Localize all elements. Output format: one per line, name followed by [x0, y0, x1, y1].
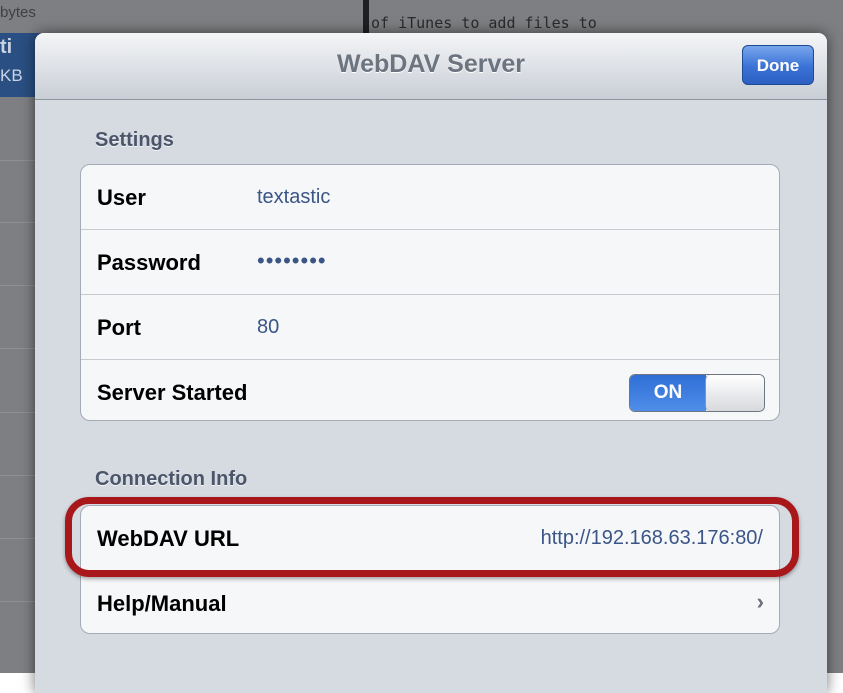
connection-info-group: WebDAV URL http://192.168.63.176:80/ Hel… — [80, 505, 780, 634]
user-row[interactable]: User textastic — [81, 165, 779, 230]
background-row-divider — [0, 222, 38, 223]
user-field[interactable]: textastic — [257, 186, 330, 209]
page-title: WebDAV Server — [336, 50, 526, 78]
connection-info-section-header: Connection Info — [95, 468, 248, 490]
background-code-text: of iTunes to add files to — [371, 14, 597, 32]
help-manual-row[interactable]: Help/Manual › — [81, 571, 779, 633]
password-field[interactable]: •••••••• — [257, 248, 327, 274]
background-row-divider — [0, 412, 38, 413]
settings-group: User textastic Password •••••••• Port 80… — [80, 164, 780, 421]
server-started-row: Server Started ON — [81, 360, 779, 420]
background-row-divider — [0, 285, 38, 286]
port-field[interactable]: 80 — [257, 316, 279, 339]
server-started-toggle[interactable]: ON — [629, 374, 765, 412]
done-button[interactable]: Done — [742, 45, 814, 85]
background-row-divider — [0, 160, 38, 161]
help-manual-label: Help/Manual — [97, 591, 227, 616]
background-row-divider — [0, 348, 38, 349]
navigation-bar: WebDAV Server Done — [35, 33, 827, 100]
server-started-label: Server Started — [97, 380, 248, 405]
toggle-knob[interactable] — [705, 375, 764, 411]
background-selected-size: KB — [0, 66, 23, 85]
background-file-size: bytes — [0, 4, 36, 21]
webdav-url-row[interactable]: WebDAV URL http://192.168.63.176:80/ — [81, 506, 779, 571]
password-label: Password — [97, 250, 201, 275]
port-label: Port — [97, 315, 141, 340]
webdav-url-label: WebDAV URL — [97, 526, 240, 551]
password-row[interactable]: Password •••••••• — [81, 230, 779, 295]
background-row-divider — [0, 601, 38, 602]
webdav-server-modal: WebDAV Server Done Settings User textast… — [35, 33, 827, 693]
port-row[interactable]: Port 80 — [81, 295, 779, 360]
webdav-url-value[interactable]: http://192.168.63.176:80/ — [541, 527, 763, 550]
toggle-on-label: ON — [630, 375, 706, 411]
background-row-divider — [0, 475, 38, 476]
settings-section-header: Settings — [95, 129, 174, 151]
background-selected-name: ti — [0, 36, 13, 58]
chevron-right-icon: › — [756, 589, 764, 614]
user-label: User — [97, 185, 146, 210]
background-row-divider — [0, 538, 38, 539]
